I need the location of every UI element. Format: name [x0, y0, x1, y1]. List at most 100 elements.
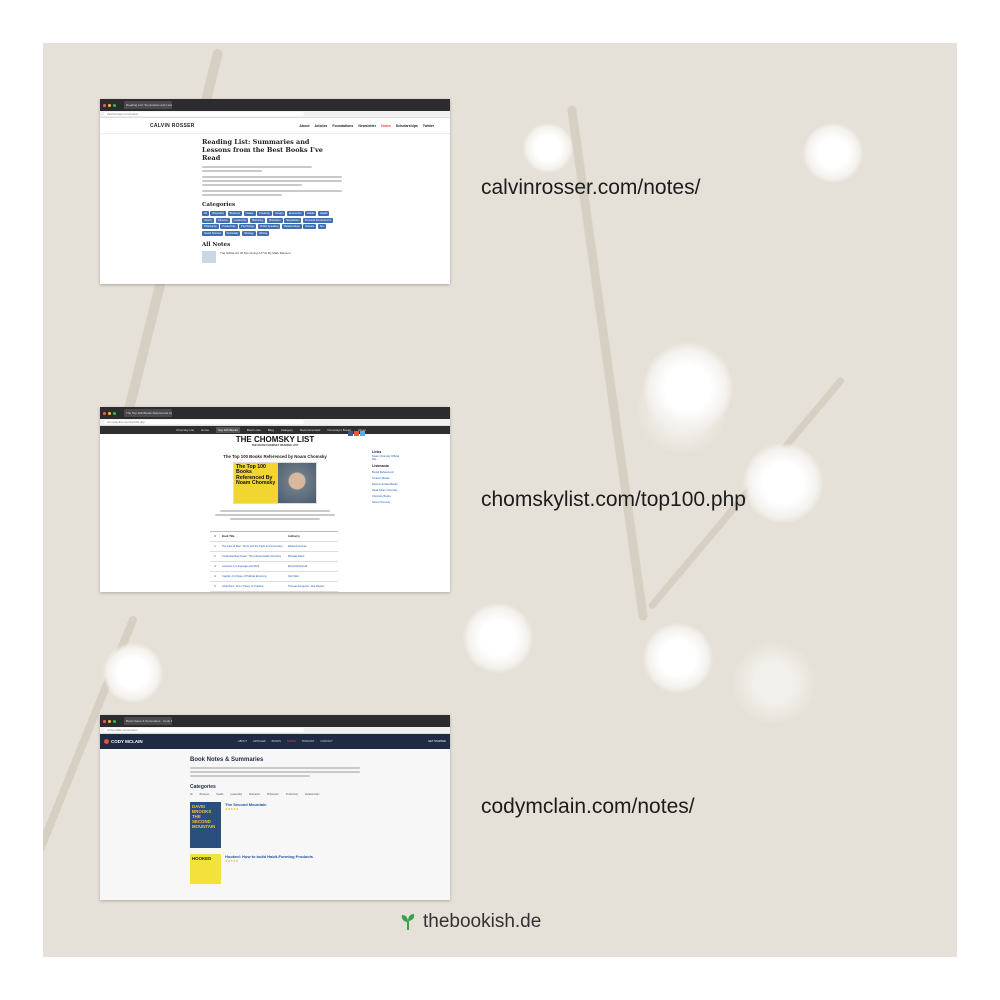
category-tag[interactable]: Career	[243, 211, 256, 216]
table-cell[interactable]: Anarchism: From Theory to Practice	[220, 585, 286, 588]
nav-item[interactable]: Home	[201, 428, 209, 432]
nav-item[interactable]: ARTICLES	[253, 740, 266, 743]
nav-newsletter[interactable]: Newsletter	[358, 124, 376, 128]
category-tag[interactable]: Psychology	[239, 224, 257, 229]
site-logo[interactable]: CALVIN ROSSER	[150, 123, 195, 129]
table-cell[interactable]: Lectures on Language and Mind	[220, 565, 286, 568]
list-item[interactable]: The Subtle Art Of Not Giving A F*ck By M…	[202, 250, 340, 263]
minimize-dot-icon[interactable]	[108, 411, 111, 415]
table-cell[interactable]: Understanding Power: The Indispensable C…	[220, 555, 286, 558]
nav-item[interactable]: PODCAST	[302, 740, 315, 743]
nav-articles[interactable]: Articles	[315, 124, 328, 128]
nav-item[interactable]: NOTES	[287, 740, 296, 743]
table-cell[interactable]: Capital: A Critique of Political Economy	[220, 575, 286, 578]
nav-item[interactable]: CONTACT	[320, 740, 332, 743]
table-row[interactable]: 3 Lectures on Language and Mind Bertrand R…	[210, 562, 338, 572]
nav-item[interactable]: Blog	[268, 428, 274, 432]
sidebar-link[interactable]: Noam Chomsky Official Site	[372, 455, 402, 461]
nav-item[interactable]: BOOKS	[272, 740, 281, 743]
close-dot-icon[interactable]	[103, 719, 106, 723]
category-tag[interactable]: Influence	[215, 217, 231, 223]
list-item[interactable]: DAVID BROOKS THE SECOND MOUNTAIN The Sec…	[190, 802, 450, 848]
category-tag[interactable]: Strategy	[241, 230, 256, 236]
category-tag[interactable]: Leadership	[231, 217, 249, 223]
category-tag[interactable]: Science	[303, 224, 317, 229]
sidebar-link[interactable]: Books Referenced	[372, 471, 402, 474]
book-cover[interactable]: HOOKED	[190, 854, 221, 884]
address-url[interactable]: codymclain.com/notes/	[104, 728, 304, 732]
category-tag[interactable]: Sex	[317, 224, 327, 229]
category-tag[interactable]: Design	[273, 211, 286, 216]
nav-notes[interactable]: Notes	[381, 124, 391, 128]
get-started-button[interactable]: GET STARTED	[428, 740, 446, 743]
nav-foundations[interactable]: Foundations	[332, 124, 353, 128]
category-tag[interactable]: Health	[317, 211, 330, 216]
address-bar[interactable]: calvinrosser.com/notes/	[100, 111, 450, 118]
sidebar-link[interactable]: About Chomsky	[372, 501, 402, 504]
address-url[interactable]: chomskylist.com/top100.php	[104, 420, 304, 424]
table-row[interactable]: 5 Anarchism: From Theory to Practice Thoma…	[210, 582, 338, 592]
nav-item[interactable]: ABOUT	[238, 740, 247, 743]
address-url[interactable]: calvinrosser.com/notes/	[104, 112, 304, 116]
category-tag[interactable]: Economics	[286, 211, 304, 216]
close-dot-icon[interactable]	[103, 411, 106, 415]
minimize-dot-icon[interactable]	[108, 103, 111, 107]
nav-item[interactable]: Recommended	[300, 428, 320, 432]
table-row[interactable]: 4 Capital: A Critique of Political Econom…	[210, 572, 338, 582]
table-cell[interactable]: The Fate of Man: Terror and the Fight fo…	[220, 545, 286, 548]
category-tag[interactable]: Negotiation	[284, 217, 302, 223]
facebook-icon[interactable]	[348, 431, 353, 436]
table-cell[interactable]: Edward Herman	[286, 545, 338, 548]
category-tag[interactable]: Habits	[305, 211, 317, 216]
nav-item[interactable]: Category	[281, 428, 293, 432]
list-item[interactable]: HOOKED Hooked: How to build Habit-Formin…	[190, 854, 450, 884]
table-row[interactable]: 1 The Fate of Man: Terror and the Fight f…	[210, 542, 338, 552]
nav-twitter[interactable]: Twitter	[423, 124, 434, 128]
category-tag[interactable]: Social Science	[202, 230, 224, 236]
category-filter[interactable]: Philosophy	[267, 793, 279, 796]
category-filter[interactable]: Relationships	[305, 793, 319, 796]
sidebar-link[interactable]: Chomsky Books	[372, 495, 402, 498]
note-title[interactable]: The Subtle Art Of Not Giving A F*ck By M…	[220, 251, 291, 255]
site-logo[interactable]: CODY MCLAIN	[104, 739, 143, 744]
category-tag[interactable]: Productivity	[220, 224, 238, 229]
category-tag[interactable]: Biography	[210, 211, 227, 216]
category-filter[interactable]: Leadership	[230, 793, 242, 796]
category-tag[interactable]: Creativity	[257, 211, 272, 216]
category-filter[interactable]: Business	[200, 793, 210, 796]
category-tag[interactable]: Philosophy	[202, 224, 219, 229]
category-tag[interactable]: Marketing	[249, 217, 266, 223]
category-filter[interactable]: Motivation	[249, 793, 260, 796]
maximize-dot-icon[interactable]	[113, 411, 116, 415]
nav-item[interactable]: Chomsky List	[176, 428, 194, 432]
browser-tab[interactable]: Reading List: Summaries and Lesso...	[124, 101, 172, 109]
category-tag[interactable]: Personal Development	[302, 217, 334, 223]
category-tag[interactable]: Motivation	[266, 217, 283, 223]
minimize-dot-icon[interactable]	[108, 719, 111, 723]
site-logo[interactable]: THE CHOMSKY LIST	[210, 435, 340, 444]
category-tag[interactable]: Public Speaking	[257, 224, 281, 229]
rss-icon[interactable]	[354, 431, 359, 436]
category-tag[interactable]: Relationships	[281, 224, 302, 229]
category-filter[interactable]: Health	[216, 793, 223, 796]
browser-tab[interactable]: The Top 100 Books Referenced by Noam Cho…	[124, 409, 172, 417]
sidebar-link[interactable]: Recommended Books	[372, 483, 402, 486]
nav-item[interactable]: Book Lists	[247, 428, 261, 432]
nav-item[interactable]: Top 100 Books	[216, 427, 240, 433]
nav-about[interactable]: About	[299, 124, 309, 128]
category-tag[interactable]: Writing	[257, 230, 270, 236]
table-cell[interactable]: Michael Albert	[286, 555, 338, 558]
address-bar[interactable]: codymclain.com/notes/	[100, 727, 450, 734]
close-dot-icon[interactable]	[103, 103, 106, 107]
sidebar-link[interactable]: Read Noam Chomsky	[372, 489, 402, 492]
table-cell[interactable]: Bertrand Russell	[286, 565, 338, 568]
sidebar-link[interactable]: Amazon Books	[372, 477, 402, 480]
browser-tab[interactable]: Book Notes & Summaries - Cody McLain	[124, 717, 172, 725]
twitter-icon[interactable]	[360, 431, 365, 436]
category-tag[interactable]: All	[202, 211, 209, 216]
table-cell[interactable]: Karl Marx	[286, 575, 338, 578]
book-thumbnail[interactable]	[202, 250, 216, 263]
maximize-dot-icon[interactable]	[113, 719, 116, 723]
category-filter[interactable]: All	[190, 793, 193, 796]
category-tag[interactable]: History	[202, 217, 215, 223]
